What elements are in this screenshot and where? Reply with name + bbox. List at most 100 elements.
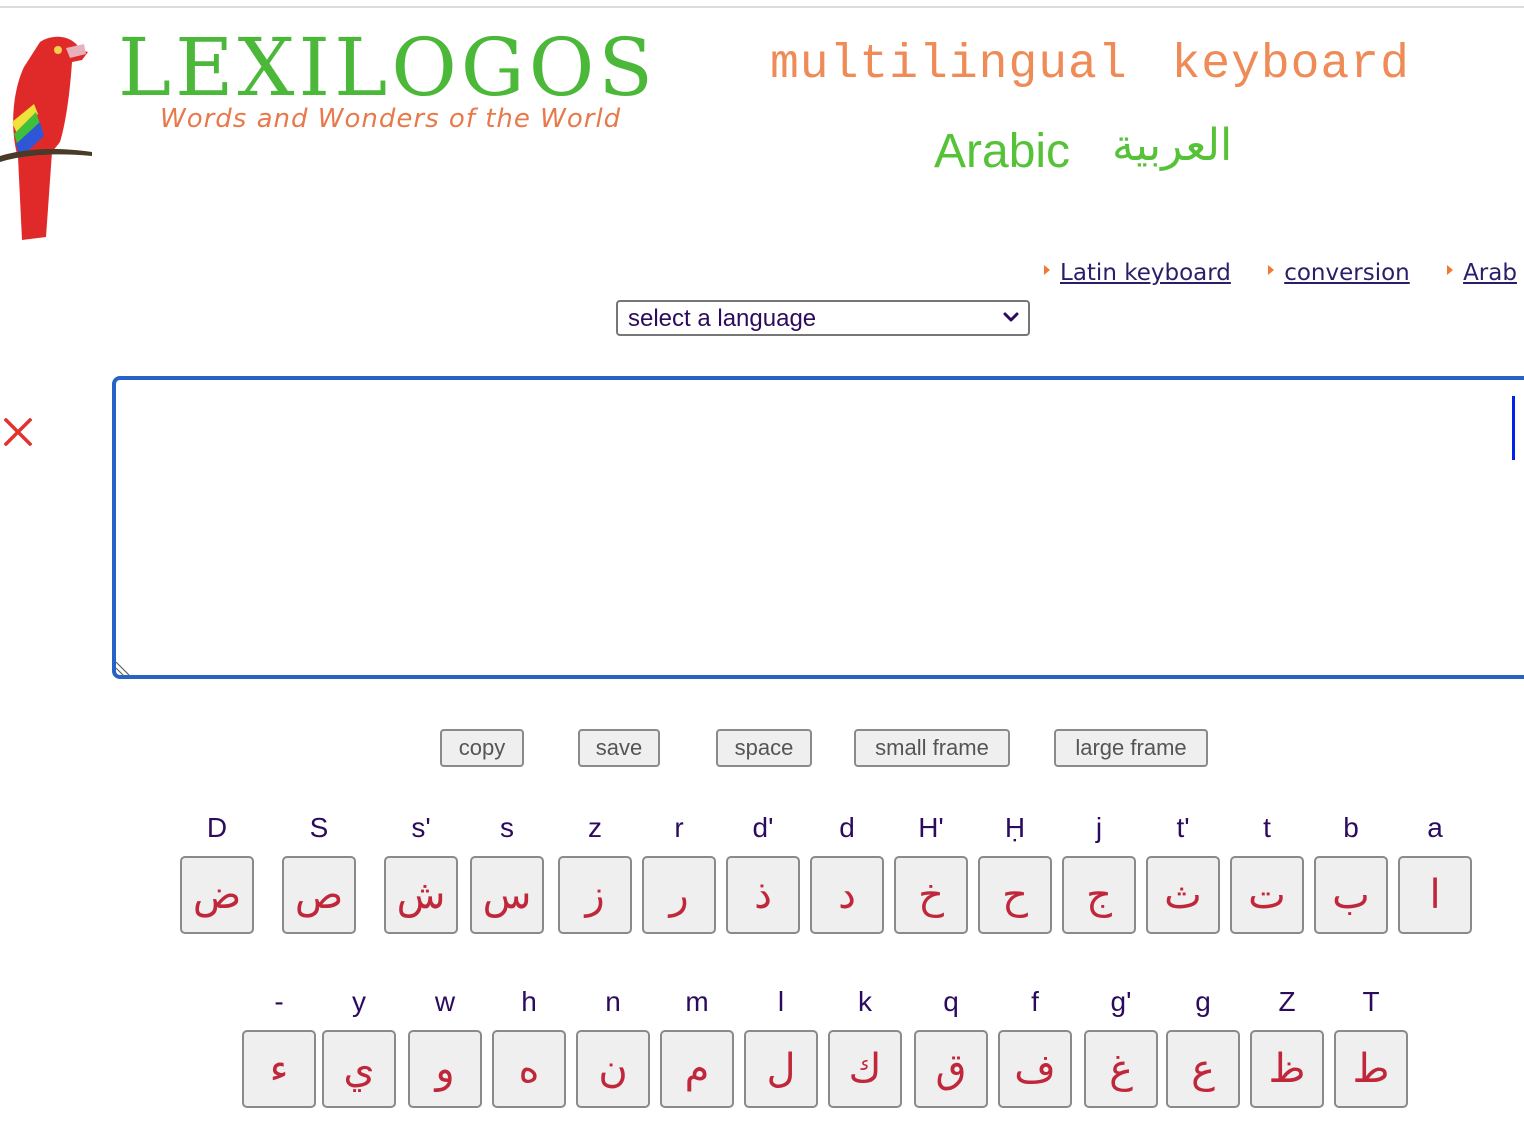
keyboard-key: tت [1228, 808, 1306, 934]
key-button[interactable]: ص [282, 856, 356, 934]
logo-title: LEXILOGOS [118, 21, 658, 114]
keyboard-key: jج [1060, 808, 1138, 934]
resize-handle-icon[interactable] [116, 660, 132, 676]
keyboard-key: Ḥح [976, 808, 1054, 934]
bullet-triangle-icon [1447, 264, 1454, 275]
key-button[interactable]: و [408, 1030, 482, 1108]
key-button[interactable]: ت [1230, 856, 1304, 934]
key-transliteration-label: S [309, 812, 329, 843]
nav-link-label[interactable]: Arab [1463, 260, 1517, 286]
key-button[interactable]: ف [998, 1030, 1072, 1108]
keyboard-key: d' ذ [724, 808, 802, 934]
key-button[interactable]: م [660, 1030, 734, 1108]
bullet-triangle-icon [1044, 264, 1050, 275]
key-button[interactable]: ش [384, 856, 458, 934]
key-transliteration-label: w [434, 986, 456, 1017]
key-transliteration-label: a [1427, 812, 1443, 843]
key-transliteration-label: b [1343, 812, 1359, 843]
copy-button[interactable]: copy [440, 729, 524, 767]
key-button[interactable]: ه [492, 1030, 566, 1108]
keyboard-key: kك [826, 982, 904, 1108]
key-transliteration-label: k [858, 986, 872, 1017]
key-button[interactable]: ب [1314, 856, 1388, 934]
nav-link-label[interactable]: Latin keyboard [1060, 260, 1231, 286]
key-button[interactable]: ء [242, 1030, 316, 1108]
key-button[interactable]: ر [642, 856, 716, 934]
nav-link-conversion[interactable]: conversion [1268, 260, 1410, 286]
key-button[interactable]: ذ [726, 856, 800, 934]
space-button[interactable]: space [716, 729, 812, 767]
key-transliteration-label: Z [1278, 986, 1296, 1017]
keyboard-key: wو [406, 982, 484, 1108]
key-transliteration-label: Ḥ [1004, 812, 1026, 843]
nav-link-arab[interactable]: Arab [1447, 260, 1517, 286]
key-transliteration-label: n [605, 986, 621, 1017]
keyboard-key: bب [1312, 808, 1390, 934]
keyboard-key: zز [556, 808, 634, 934]
key-transliteration-label: t [1263, 812, 1271, 843]
key-button[interactable]: ل [744, 1030, 818, 1108]
language-name-native: العربية [1112, 120, 1233, 171]
key-button[interactable]: ي [322, 1030, 396, 1108]
key-button[interactable]: ظ [1250, 1030, 1324, 1108]
clear-text-icon[interactable] [4, 418, 32, 446]
nav-link-latin-keyboard[interactable]: Latin keyboard [1044, 260, 1231, 286]
key-button[interactable]: س [470, 856, 544, 934]
key-button[interactable]: ض [180, 856, 254, 934]
keyboard-key: fف [996, 982, 1074, 1108]
language-select-value: select a language [628, 305, 817, 332]
key-transliteration-label: f [1031, 986, 1039, 1017]
keyboard-key: Dض [178, 808, 256, 934]
nav-link-label[interactable]: conversion [1284, 260, 1410, 286]
key-transliteration-label: d [839, 812, 855, 843]
language-name-english: Arabic [934, 125, 1071, 178]
key-button[interactable]: ح [978, 856, 1052, 934]
key-button[interactable]: خ [894, 856, 968, 934]
key-transliteration-label: l [777, 986, 785, 1017]
key-button[interactable]: ن [576, 1030, 650, 1108]
keyboard-key: dد [808, 808, 886, 934]
key-transliteration-label: q [943, 986, 959, 1017]
key-transliteration-label: j [1095, 812, 1103, 843]
key-button[interactable]: غ [1084, 1030, 1158, 1108]
keyboard-key: aا [1396, 808, 1474, 934]
keyboard-key: sس [468, 808, 546, 934]
keyboard-key: hه [490, 982, 568, 1108]
keyboard-key: Zظ [1248, 982, 1326, 1108]
key-button[interactable]: ث [1146, 856, 1220, 934]
bullet-triangle-icon [1268, 264, 1275, 275]
keyboard-key: mم [658, 982, 736, 1108]
language-select[interactable]: select a language [616, 300, 1030, 336]
save-button[interactable]: save [578, 729, 660, 767]
key-button[interactable]: ق [914, 1030, 988, 1108]
key-transliteration-label: d' [752, 812, 774, 843]
key-transliteration-label: H' [918, 812, 944, 843]
key-button[interactable]: ك [828, 1030, 902, 1108]
key-transliteration-label: - [274, 986, 284, 1017]
key-transliteration-label: h [521, 986, 537, 1017]
key-button[interactable]: ط [1334, 1030, 1408, 1108]
keyboard-key: s' ش [382, 808, 460, 934]
small-frame-button[interactable]: small frame [854, 729, 1010, 767]
keyboard-key: Tط [1332, 982, 1410, 1108]
key-transliteration-label: t' [1176, 812, 1190, 843]
key-button[interactable]: ع [1166, 1030, 1240, 1108]
keyboard-key: Sص [280, 808, 358, 934]
keyboard-key: nن [574, 982, 652, 1108]
key-button[interactable]: ا [1398, 856, 1472, 934]
page-title: multilingual keyboard [770, 38, 1410, 92]
key-transliteration-label: m [685, 986, 709, 1017]
logo-tagline: Words and Wonders of the World [160, 104, 622, 134]
key-transliteration-label: s [500, 812, 514, 843]
large-frame-button[interactable]: large frame [1054, 729, 1208, 767]
keyboard-key: qق [912, 982, 990, 1108]
text-input-area[interactable] [112, 376, 1524, 679]
chevron-down-icon [1003, 312, 1019, 322]
key-transliteration-label: D [206, 812, 228, 843]
key-transliteration-label: T [1362, 986, 1380, 1017]
key-button[interactable]: ج [1062, 856, 1136, 934]
key-button[interactable]: ز [558, 856, 632, 934]
keyboard-key: rر [640, 808, 718, 934]
key-button[interactable]: د [810, 856, 884, 934]
keyboard-key: t' ث [1144, 808, 1222, 934]
